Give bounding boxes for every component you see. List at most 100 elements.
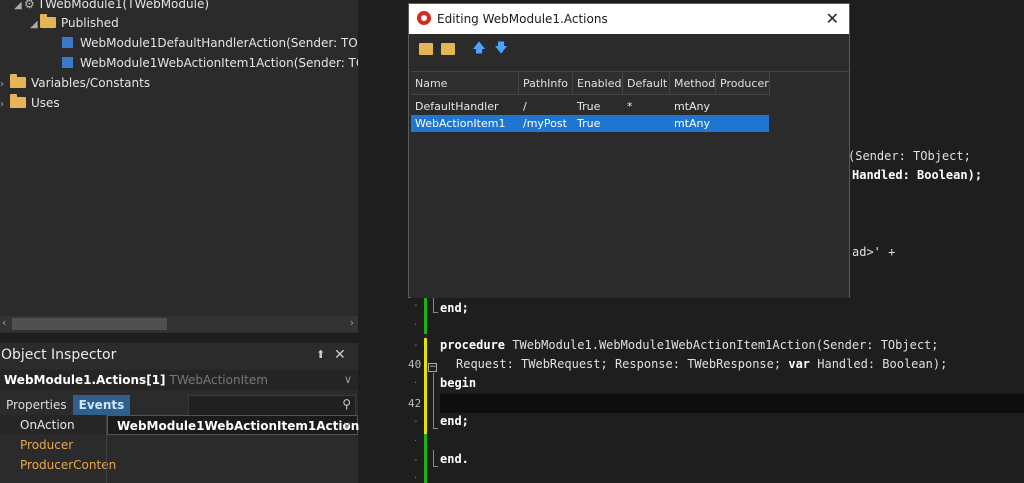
actions-grid: Name PathInfo Enabled Default Method Pro… — [411, 71, 849, 298]
fold-tick — [433, 312, 438, 313]
column-header-enabled[interactable]: Enabled — [573, 72, 623, 95]
search-icon[interactable]: ⚲ — [342, 397, 351, 411]
cell-name: WebActionItem1 — [415, 117, 506, 130]
event-value: WebModule1WebActionItem1Action — [117, 419, 360, 433]
scroll-right-icon[interactable]: › — [350, 316, 354, 329]
code-fragment: ad>' + — [852, 245, 896, 259]
line-number: 40 — [408, 358, 422, 371]
gutter-dot: - — [414, 455, 418, 466]
chevron-down-icon[interactable]: ∨ — [344, 370, 352, 390]
code-keyword: end; — [440, 414, 469, 428]
cell-default: * — [627, 100, 633, 113]
cell-method: mtAny — [674, 100, 711, 113]
chevron-down-icon[interactable]: ∨ — [343, 416, 351, 436]
tree-method-item[interactable]: WebModule1WebActionItem1Action(Sender: T… — [62, 53, 358, 73]
inspector-object-name: WebModule1.Actions[1] — [4, 373, 166, 387]
gutter-dot: · — [414, 473, 418, 483]
fold-line — [433, 296, 434, 312]
code-keyword: Handled: Boolean); — [852, 168, 983, 182]
code-line-end: end; — [440, 301, 469, 315]
column-header-producer[interactable]: Producer — [716, 72, 770, 95]
code-text: TWebModule1.WebModule1WebActionItem1Acti… — [505, 338, 939, 352]
move-up-icon[interactable]: 🡅 — [472, 42, 486, 55]
tab-events[interactable]: Events — [72, 395, 131, 415]
tree-uses-label: Uses — [31, 96, 60, 110]
inspector-column-divider[interactable] — [106, 414, 107, 483]
close-icon[interactable]: ✕ — [826, 4, 839, 34]
gutter-dot: · — [414, 378, 418, 389]
folder-icon — [10, 94, 26, 108]
event-name: OnAction — [20, 418, 75, 432]
cell-name: DefaultHandler — [415, 100, 499, 113]
inspector-search-input[interactable]: ⚲ — [188, 395, 356, 416]
event-row-producer[interactable]: Producer — [0, 435, 358, 455]
inspector-object-class: TWebActionItem — [169, 373, 268, 387]
column-header-method[interactable]: Method — [670, 72, 716, 95]
event-row-onaction[interactable]: OnAction WebModule1WebActionItem1Action … — [0, 415, 360, 436]
tree-variables-label: Variables/Constants — [31, 76, 151, 90]
folder-icon — [40, 14, 56, 28]
dialog-title-bar[interactable]: Editing WebModule1.Actions ✕ — [409, 4, 849, 34]
tree-published-item[interactable]: ◢ Published — [30, 13, 119, 33]
delete-item-icon[interactable] — [441, 43, 455, 55]
gutter-dot: - — [414, 416, 418, 427]
collapse-arrow-icon[interactable]: › — [0, 95, 10, 115]
column-header-name[interactable]: Name — [411, 72, 519, 95]
object-inspector: Object Inspector ⬆ ✕ WebModule1.Actions[… — [0, 343, 360, 483]
tree-uses-item[interactable]: › Uses — [0, 93, 60, 113]
saved-change-bar — [424, 434, 427, 483]
collapse-arrow-icon[interactable]: › — [0, 75, 10, 95]
inspector-object-selector[interactable]: WebModule1.Actions[1] TWebActionItem ∨ — [0, 370, 358, 390]
dialog-title: Editing WebModule1.Actions — [437, 12, 608, 26]
saved-change-bar — [424, 296, 427, 334]
tree-variables-item[interactable]: › Variables/Constants — [0, 73, 150, 93]
code-line-end-final: end. — [440, 452, 469, 466]
fold-tick — [433, 466, 438, 467]
add-item-icon[interactable] — [419, 43, 433, 55]
column-header-pathinfo[interactable]: PathInfo — [519, 72, 573, 95]
cell-pathinfo: / — [523, 100, 527, 113]
tree-method-item[interactable]: WebModule1DefaultHandlerAction(Sender: T… — [62, 33, 358, 53]
tab-properties[interactable]: Properties — [0, 395, 73, 415]
code-keyword: end; — [440, 301, 469, 315]
current-line-highlight — [440, 394, 1024, 413]
cell-pathinfo: /myPost — [523, 117, 567, 130]
fold-line — [433, 450, 434, 466]
expand-arrow-icon[interactable]: ◢ — [30, 15, 40, 35]
cell-method: mtAny — [674, 117, 711, 130]
actions-editor-dialog: Editing WebModule1.Actions ✕ 🡅 🡇 Name Pa… — [408, 3, 850, 298]
move-down-icon[interactable]: 🡇 — [494, 42, 508, 55]
pin-icon[interactable]: ⬆ — [316, 343, 325, 367]
event-value[interactable] — [107, 455, 358, 475]
code-line-end: end; — [440, 414, 469, 428]
expand-arrow-icon[interactable]: ◢ — [14, 0, 24, 16]
tree-root-item[interactable]: ◢ ⚙ TWebModule1(TWebModule) — [14, 0, 209, 14]
column-header-default[interactable]: Default — [623, 72, 670, 95]
tree-published-label: Published — [61, 16, 119, 30]
code-fragment: (Sender: TObject; — [848, 149, 971, 163]
table-row-selected[interactable]: WebActionItem1 /myPost True mtAny — [411, 115, 769, 132]
tree-root-label: TWebModule1(TWebModule) — [37, 0, 210, 11]
event-value-dropdown[interactable]: WebModule1WebActionItem1Action ∨ — [107, 415, 360, 436]
gutter-dot: · — [414, 436, 418, 447]
dialog-toolbar: 🡅 🡇 — [409, 34, 849, 66]
close-icon[interactable]: ✕ — [334, 343, 346, 367]
event-row-producercontent[interactable]: ProducerConten — [0, 455, 358, 475]
fold-toggle-icon[interactable]: − — [428, 363, 437, 372]
code-keyword: end. — [440, 452, 469, 466]
scrollbar-thumb[interactable] — [12, 318, 167, 330]
code-line-procedure: procedure TWebModule1.WebModule1WebActio… — [440, 338, 939, 352]
modified-change-bar — [424, 338, 427, 434]
code-keyword: begin — [440, 376, 477, 390]
code-keyword: procedure — [440, 338, 506, 352]
code-keyword: var — [788, 357, 811, 371]
structure-horizontal-scrollbar[interactable]: ‹ › — [0, 316, 358, 332]
method-icon — [62, 37, 73, 48]
code-line-begin: begin — [440, 376, 476, 390]
folder-icon — [10, 74, 26, 88]
table-row[interactable]: DefaultHandler / True * mtAny — [411, 98, 769, 115]
gutter-dot: · — [414, 320, 418, 331]
scroll-left-icon[interactable]: ‹ — [2, 316, 6, 329]
event-value[interactable] — [107, 435, 358, 455]
cell-enabled: True — [577, 117, 601, 130]
